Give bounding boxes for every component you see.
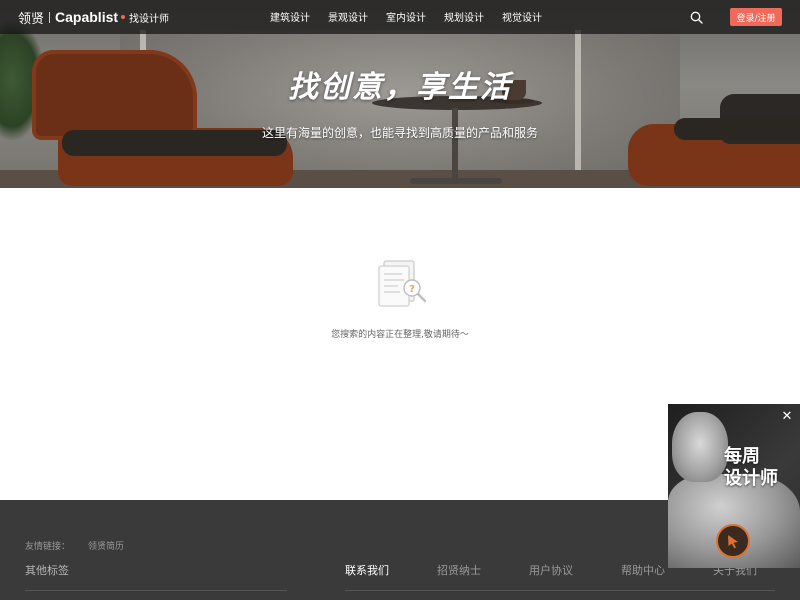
logo-chinese-text: 领贤 [18,11,45,27]
nav-item-architecture[interactable]: 建筑设计 [270,9,310,25]
top-navigation-bar: 领贤 Capablist 找设计师 建筑设计 景观设计 室内设计 规划设计 视觉… [0,0,800,34]
search-icon[interactable] [690,11,703,24]
lounge-chair-left-back [32,50,197,140]
friend-links: 友情链接： 领贤简历 [25,539,124,552]
nav-item-visual[interactable]: 视觉设计 [502,9,542,25]
nav-item-interior[interactable]: 室内设计 [386,9,426,25]
pointer-icon [728,535,738,549]
footer-divider [25,590,287,591]
nav-item-landscape[interactable]: 景观设计 [328,9,368,25]
hero-subtitle: 这里有海量的创意，也能寻找到高质量的产品和服务 [261,126,538,140]
find-designer-label: 找设计师 [129,13,169,25]
side-table-base [410,178,502,184]
empty-state-message: 您搜索的内容正在整理,敬请期待～ [331,330,469,340]
side-table-leg [452,108,458,183]
statue-head-image [672,412,728,482]
promo-title-line1: 每周 [724,446,760,467]
lounge-chair-right-cushion [674,118,800,140]
svg-text:?: ? [409,284,415,295]
weekly-designer-promo[interactable]: 每周 设计师 ✕ [668,404,800,568]
close-icon[interactable]: ✕ [780,410,794,424]
accent-dot-icon [121,15,125,19]
logo-divider [49,11,51,23]
footer-link-help-center[interactable]: 帮助中心 [621,562,665,578]
footer-link-contact[interactable]: 联系我们 [345,562,389,578]
logo-english-text: Capablist [55,9,119,25]
main-nav: 建筑设计 景观设计 室内设计 规划设计 视觉设计 [270,9,542,25]
site-logo[interactable]: 领贤 Capablist [18,8,119,27]
footer-divider [345,590,775,591]
nav-item-planning[interactable]: 规划设计 [444,9,484,25]
footer-link-careers[interactable]: 招贤纳士 [437,562,481,578]
login-register-button[interactable]: 登录/注册 [730,8,782,26]
friend-link-item[interactable]: 领贤简历 [88,539,124,552]
document-search-icon: ? [378,260,427,307]
cursor-click-icon[interactable] [716,524,750,558]
window-mullion [575,30,581,188]
other-tags-heading: 其他标签 [25,564,69,577]
friend-links-label: 友情链接： [25,542,71,552]
find-designer-link[interactable]: 找设计师 [121,10,169,25]
hero-slogan: 找创意，享生活 [288,70,512,105]
promo-title: 每周 设计师 [724,446,796,490]
footer-link-user-agreement[interactable]: 用户协议 [529,562,573,578]
promo-title-line2: 设计师 [724,468,778,489]
